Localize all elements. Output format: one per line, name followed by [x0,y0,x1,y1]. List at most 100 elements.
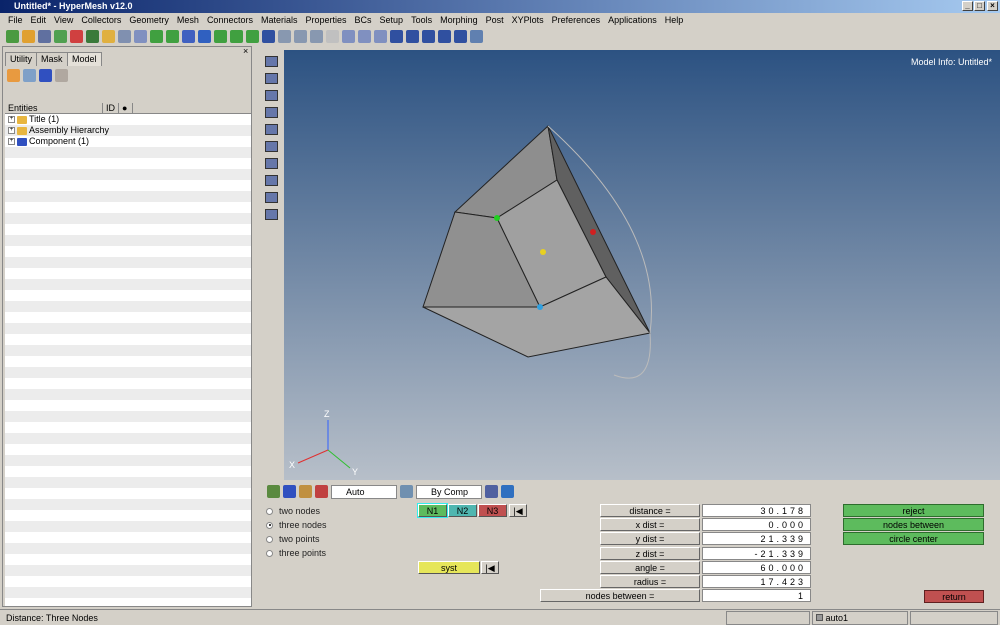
toolbar-tool-icon[interactable] [198,30,211,43]
tab-model[interactable]: Model [67,52,102,66]
toolbar-tool-icon[interactable] [70,30,83,43]
field-value[interactable]: 30.178 [702,504,811,517]
component-view-icon[interactable] [7,69,20,82]
toolbar-tool-icon[interactable] [342,30,355,43]
view-icon[interactable] [265,90,278,101]
menu-view[interactable]: View [50,13,77,28]
menu-xyplots[interactable]: XYPlots [508,13,548,28]
field-value[interactable]: -21.339 [702,546,811,560]
toolbar-tool-icon[interactable] [230,30,243,43]
menu-morphing[interactable]: Morphing [436,13,482,28]
current-component[interactable]: auto1 [812,611,908,625]
toolbar-tool-icon[interactable] [102,30,115,43]
nodes-between-input[interactable]: 1 [702,589,811,602]
node-button-n2[interactable]: N2 [448,504,477,517]
tree-item-title[interactable]: + Title (1) [5,114,251,125]
view-icon[interactable] [265,209,278,220]
display-icon[interactable] [501,485,514,498]
minimize-button[interactable]: _ [962,1,973,11]
view-icon[interactable] [265,192,278,203]
menu-geometry[interactable]: Geometry [125,13,173,28]
menu-help[interactable]: Help [661,13,688,28]
reset-syst-button[interactable]: |◀ [481,561,499,574]
shaded-icon[interactable] [267,485,280,498]
color-mode-select[interactable]: By Comp [416,484,482,499]
geometry-icon[interactable] [400,485,413,498]
option-two-points[interactable]: two points [266,534,320,544]
toolbar-tool-icon[interactable] [166,30,179,43]
toolbar-tool-icon[interactable] [134,30,147,43]
color-wheel-icon[interactable]: ● [119,103,133,113]
tab-mask[interactable]: Mask [36,52,68,66]
toolbar-tool-icon[interactable] [262,30,275,43]
field-value[interactable]: 17.423 [702,575,811,588]
toolbar-tool-icon[interactable] [246,30,259,43]
field-value[interactable]: 60.000 [702,560,811,574]
toolbar-tool-icon[interactable] [150,30,163,43]
option-two-nodes[interactable]: two nodes [266,506,320,516]
toolbar-tool-icon[interactable] [54,30,67,43]
view-icon[interactable] [265,141,278,152]
view-icon[interactable] [265,73,278,84]
option-three-points[interactable]: three points [266,548,326,558]
reject-button[interactable]: reject [843,504,984,517]
expand-icon[interactable]: + [8,127,15,134]
option-three-nodes[interactable]: three nodes [266,520,327,530]
node-button-n1[interactable]: N1 [417,503,448,518]
toolbar-tool-icon[interactable] [470,30,483,43]
toolbar-tool-icon[interactable] [438,30,451,43]
menu-bcs[interactable]: BCs [351,13,376,28]
menu-collectors[interactable]: Collectors [77,13,125,28]
return-button[interactable]: return [924,590,984,603]
property-view-icon[interactable] [55,69,68,82]
radio-icon[interactable] [266,549,273,557]
close-panel-icon[interactable]: × [243,46,248,56]
circle-center-button[interactable]: circle center [843,532,984,545]
view-icon[interactable] [265,56,278,67]
view-icon[interactable] [265,107,278,118]
tree-item-assembly[interactable]: + Assembly Hierarchy [5,125,251,136]
radio-icon[interactable] [266,535,273,543]
menu-mesh[interactable]: Mesh [173,13,203,28]
syst-button[interactable]: syst [418,561,480,574]
toolbar-tool-icon[interactable] [118,30,131,43]
nodes-between-button[interactable]: nodes between [843,518,984,531]
menu-tools[interactable]: Tools [407,13,436,28]
close-button[interactable]: × [987,1,998,11]
view-icon[interactable] [265,175,278,186]
tree-item-component[interactable]: + Component (1) [5,136,251,147]
toolbar-tool-icon[interactable] [326,30,339,43]
menu-connectors[interactable]: Connectors [203,13,257,28]
expand-icon[interactable]: + [8,116,15,123]
menu-applications[interactable]: Applications [604,13,661,28]
maximize-button[interactable]: □ [974,1,985,11]
delete-icon[interactable] [315,485,328,498]
column-entities[interactable]: Entities [5,103,103,113]
view-icon[interactable] [265,124,278,135]
toolbar-tool-icon[interactable] [406,30,419,43]
toolbar-tool-icon[interactable] [294,30,307,43]
field-value[interactable]: 21.339 [702,532,811,546]
view-icon[interactable] [265,158,278,169]
toolbar-tool-icon[interactable] [38,30,51,43]
menu-setup[interactable]: Setup [376,13,408,28]
component-icon[interactable] [283,485,296,498]
menu-preferences[interactable]: Preferences [548,13,605,28]
reset-nodes-button[interactable]: |◀ [509,504,527,517]
field-value[interactable]: 0.000 [702,518,811,532]
toolbar-tool-icon[interactable] [86,30,99,43]
menu-file[interactable]: File [4,13,27,28]
toolbar-tool-icon[interactable] [358,30,371,43]
node-button-n3[interactable]: N3 [478,504,507,517]
assembly-view-icon[interactable] [23,69,36,82]
toolbar-tool-icon[interactable] [454,30,467,43]
radio-icon[interactable] [266,507,273,515]
menu-post[interactable]: Post [482,13,508,28]
graphics-viewport[interactable]: Model Info: Untitled* Z X Y [284,50,1000,480]
material-view-icon[interactable] [39,69,52,82]
tab-utility[interactable]: Utility [5,52,37,66]
menu-edit[interactable]: Edit [27,13,51,28]
menu-properties[interactable]: Properties [301,13,350,28]
mesh-icon[interactable] [485,485,498,498]
radio-icon[interactable] [266,521,273,529]
